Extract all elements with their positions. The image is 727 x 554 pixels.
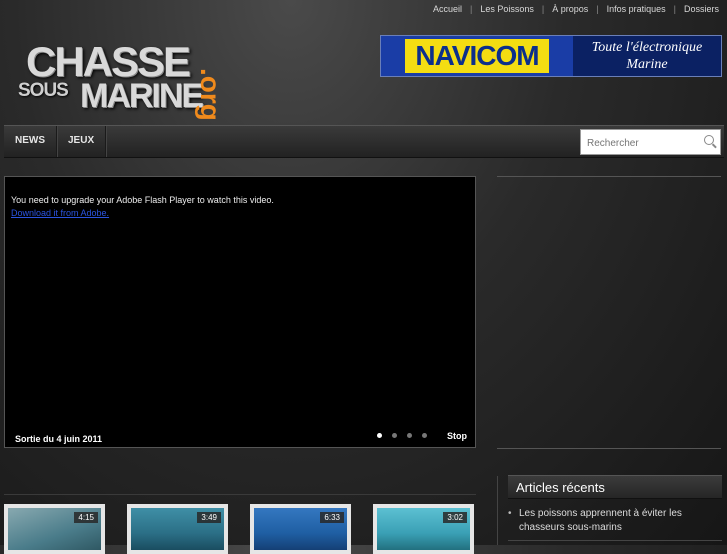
flash-download-link[interactable]: Download it from Adobe. <box>11 208 109 218</box>
video-thumbnail-3[interactable]: 6:33 <box>250 504 351 554</box>
recent-article-divider <box>508 540 722 541</box>
thumbnail-duration: 6:33 <box>320 512 344 523</box>
banner-brand: NAVICOM <box>381 36 573 76</box>
menu-item-jeux[interactable]: JEUX <box>57 126 107 157</box>
flash-upgrade-message: You need to upgrade your Adobe Flash Pla… <box>11 195 274 205</box>
thumbnail-image: 4:15 <box>8 508 101 550</box>
topnav-dossiers[interactable]: Dossiers <box>676 4 727 14</box>
main-menu-bar: NEWS JEUX <box>4 125 724 158</box>
search-input[interactable] <box>585 131 704 155</box>
video-thumbnail-4[interactable]: 3:02 <box>373 504 474 554</box>
sidebar-divider-middle <box>497 448 721 449</box>
bullet-icon: • <box>508 508 512 519</box>
banner-tagline-line1: Toute l'électronique <box>591 40 703 55</box>
logo-suffix-org: .org <box>195 68 226 121</box>
logo-word-marine: MARINE <box>80 77 204 115</box>
topnav-a-propos[interactable]: À propos <box>544 4 596 14</box>
video-thumbnail-1[interactable]: 4:15 <box>4 504 105 554</box>
video-thumbnail-2[interactable]: 3:49 <box>127 504 228 554</box>
slide-dot-1[interactable] <box>377 433 382 438</box>
topnav-infos-pratiques[interactable]: Infos pratiques <box>599 4 674 14</box>
thumbnail-image: 3:02 <box>377 508 470 550</box>
thumbnails-divider <box>4 494 476 495</box>
recent-articles-header: Articles récents <box>508 475 722 499</box>
thumbnail-image: 3:49 <box>131 508 224 550</box>
topnav-accueil[interactable]: Accueil <box>425 4 470 14</box>
recent-article-title[interactable]: Les poissons apprennent à éviter les cha… <box>519 507 722 535</box>
thumbnail-image: 6:33 <box>254 508 347 550</box>
navicom-banner-ad[interactable]: NAVICOM Toute l'électronique Marine <box>380 35 722 77</box>
magnifier-icon[interactable] <box>704 135 714 145</box>
slide-dot-2[interactable] <box>392 433 397 438</box>
search-box <box>580 129 721 155</box>
slideshow-stop-button[interactable]: Stop <box>447 431 467 441</box>
banner-tagline: Toute l'électronique Marine <box>573 36 721 76</box>
sidebar-vertical-divider <box>497 476 498 545</box>
recent-article-item[interactable]: • Les poissons apprennent à éviter les c… <box>508 507 722 535</box>
logo-word-sous: SOUS <box>18 80 69 101</box>
slide-dot-4[interactable] <box>422 433 427 438</box>
thumbnail-duration: 3:02 <box>443 512 467 523</box>
video-caption: Sortie du 4 juin 2011 <box>15 434 103 444</box>
thumbnail-duration: 4:15 <box>74 512 98 523</box>
slide-dot-3[interactable] <box>407 433 412 438</box>
banner-tagline-line2: Marine <box>626 57 668 72</box>
thumbnail-duration: 3:49 <box>197 512 221 523</box>
top-navigation: Accueil | Les Poissons | À propos | Info… <box>425 0 727 18</box>
menu-item-news[interactable]: NEWS <box>4 126 57 157</box>
sidebar-divider-top <box>497 176 721 177</box>
topnav-les-poissons[interactable]: Les Poissons <box>472 4 542 14</box>
banner-brand-text: NAVICOM <box>405 39 549 73</box>
video-player[interactable]: You need to upgrade your Adobe Flash Pla… <box>4 176 476 448</box>
site-logo[interactable]: CHASSE SOUS MARINE .org <box>18 40 258 121</box>
slide-pagination <box>377 433 427 438</box>
